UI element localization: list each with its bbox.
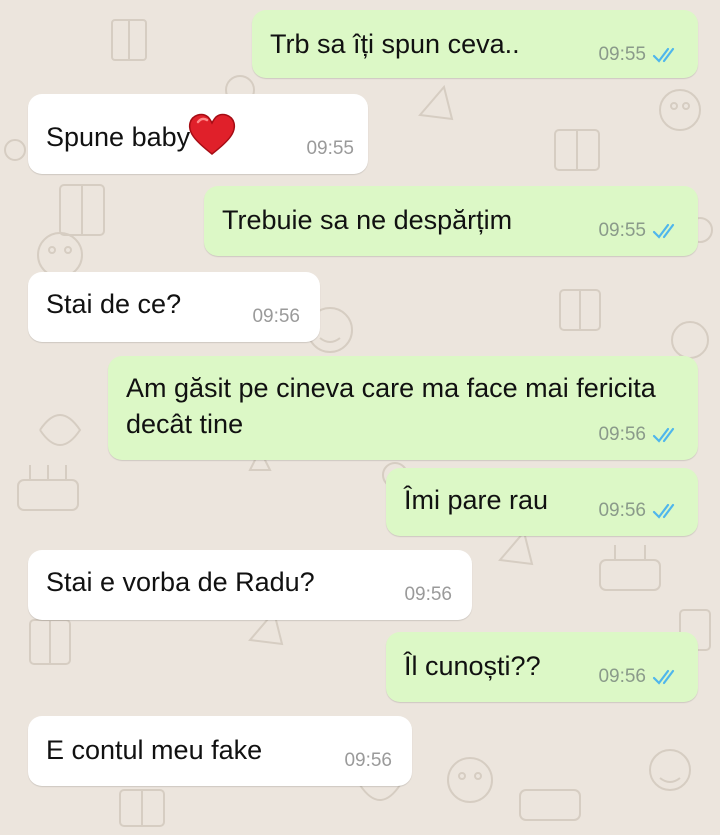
- double-check-icon: [652, 427, 675, 443]
- message-text: Stai e vorba de Radu?: [46, 567, 315, 597]
- message-time: 09:56: [404, 584, 452, 605]
- message-meta: 09:55: [598, 220, 682, 242]
- double-check-icon: [652, 47, 675, 63]
- message-bubble-outgoing[interactable]: Am găsit pe cineva care ma face mai feri…: [108, 356, 698, 460]
- message-meta: 09:55: [598, 44, 682, 66]
- message-meta: 09:56: [598, 500, 682, 522]
- message-bubble-outgoing[interactable]: Trb sa îți spun ceva.. 09:55: [252, 10, 698, 78]
- double-check-icon: [652, 503, 675, 519]
- message-bubble-incoming[interactable]: E contul meu fake 09:56: [28, 716, 412, 786]
- message-text: Îl cunoști??: [404, 651, 541, 681]
- message-bubble-outgoing[interactable]: Îl cunoști?? 09:56: [386, 632, 698, 702]
- message-text: Spune baby: [46, 112, 236, 156]
- message-text-content: Spune baby: [46, 122, 191, 152]
- message-time: 09:56: [252, 306, 300, 327]
- message-text: E contul meu fake: [46, 735, 263, 765]
- message-time: 09:55: [306, 138, 354, 159]
- message-text: Stai de ce?: [46, 289, 182, 319]
- red-heart-icon: [189, 113, 236, 155]
- message-meta: 09:56: [598, 666, 682, 688]
- message-text: Am găsit pe cineva care ma face mai feri…: [126, 373, 656, 439]
- message-meta: 09:56: [598, 424, 682, 446]
- message-bubble-incoming[interactable]: Spune baby 09:55: [28, 94, 368, 174]
- message-bubble-incoming[interactable]: Stai e vorba de Radu? 09:56: [28, 550, 472, 620]
- message-meta: 09:56: [252, 306, 300, 328]
- message-time: 09:55: [598, 220, 646, 241]
- message-bubble-outgoing[interactable]: Trebuie sa ne despărțim 09:55: [204, 186, 698, 256]
- message-meta: 09:56: [404, 584, 452, 606]
- message-time: 09:56: [598, 424, 646, 445]
- message-time: 09:56: [598, 666, 646, 687]
- double-check-icon: [652, 669, 675, 685]
- message-meta: 09:55: [306, 138, 354, 160]
- message-time: 09:55: [598, 44, 646, 65]
- message-bubble-outgoing[interactable]: Îmi pare rau 09:56: [386, 468, 698, 536]
- double-check-icon: [652, 223, 675, 239]
- message-text: Îmi pare rau: [404, 485, 549, 515]
- message-time: 09:56: [598, 500, 646, 521]
- message-time: 09:56: [344, 750, 392, 771]
- message-text: Trebuie sa ne despărțim: [222, 205, 513, 235]
- message-text: Trb sa îți spun ceva..: [270, 29, 520, 59]
- message-meta: 09:56: [344, 750, 392, 772]
- message-bubble-incoming[interactable]: Stai de ce? 09:56: [28, 272, 320, 342]
